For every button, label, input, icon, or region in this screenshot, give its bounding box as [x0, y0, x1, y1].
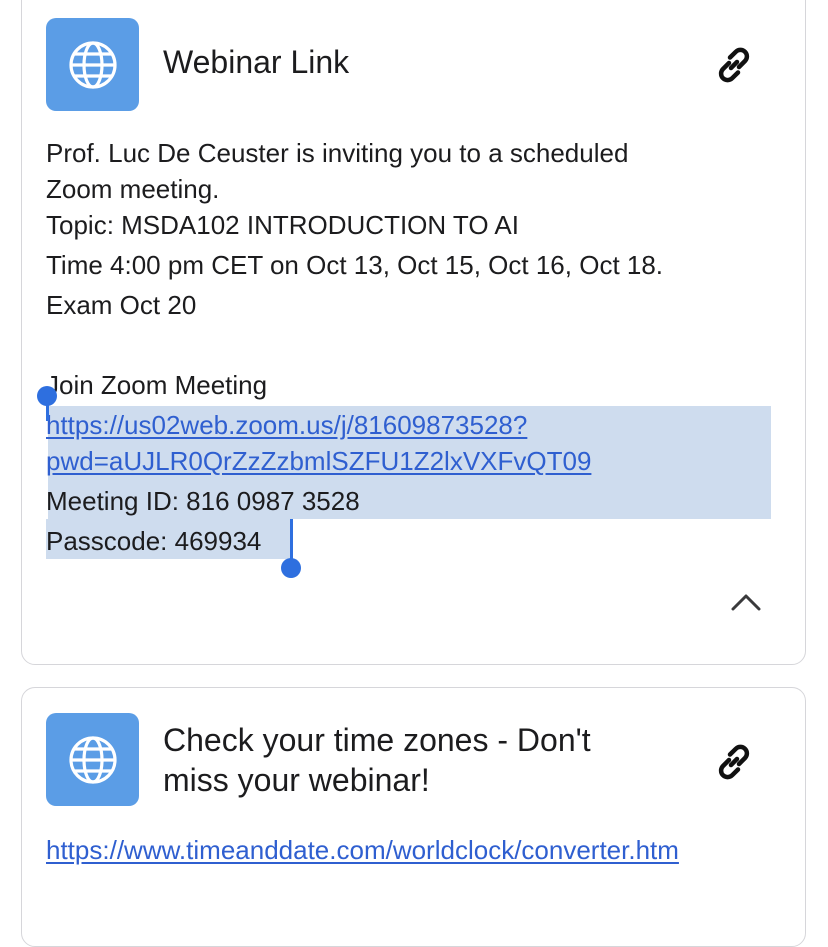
globe-icon [46, 713, 139, 806]
message-line: Topic: MSDA102 INTRODUCTION TO AI [46, 210, 519, 240]
timezone-card: Check your time zones - Don't miss your … [21, 687, 806, 947]
selection-end-handle[interactable] [281, 558, 301, 578]
message-line: Exam Oct 20 [46, 290, 197, 320]
message-line: Prof. Luc De Ceuster is inviting you to … [46, 138, 629, 168]
link-icon[interactable] [710, 41, 758, 89]
selection-start-handle[interactable] [37, 386, 57, 406]
join-label: Join Zoom Meeting [46, 370, 268, 400]
zoom-join-link[interactable]: https://us02web.zoom.us/j/81609873528? [46, 410, 527, 440]
chevron-up-icon[interactable] [730, 591, 762, 613]
message-body: Prof. Luc De Ceuster is inviting you to … [46, 133, 781, 561]
card-title-line: miss your webinar! [163, 762, 430, 798]
globe-icon [46, 18, 139, 111]
link-icon[interactable] [710, 738, 758, 786]
timeanddate-converter-link[interactable]: https://www.timeanddate.com/worldclock/c… [46, 835, 679, 865]
message-line: Zoom meeting. [46, 174, 220, 204]
message-line: Time 4:00 pm CET on Oct 13, Oct 15, Oct … [46, 250, 664, 280]
zoom-join-link[interactable]: pwd=aUJLR0QrZzZzbmlSZFU1Z2lxVXFvQT09 [46, 446, 591, 476]
webinar-link-card: Webinar Link Prof. Luc De Ceuster is inv… [21, 0, 806, 665]
meeting-id: Meeting ID: 816 0987 3528 [46, 486, 360, 516]
selection-end-handle[interactable] [290, 519, 293, 559]
passcode: Passcode: 469934 [46, 526, 262, 556]
card-title-line: Check your time zones - Don't [163, 722, 591, 758]
card-title: Webinar Link [163, 44, 350, 80]
card-title: Check your time zones - Don't miss your … [163, 720, 591, 800]
